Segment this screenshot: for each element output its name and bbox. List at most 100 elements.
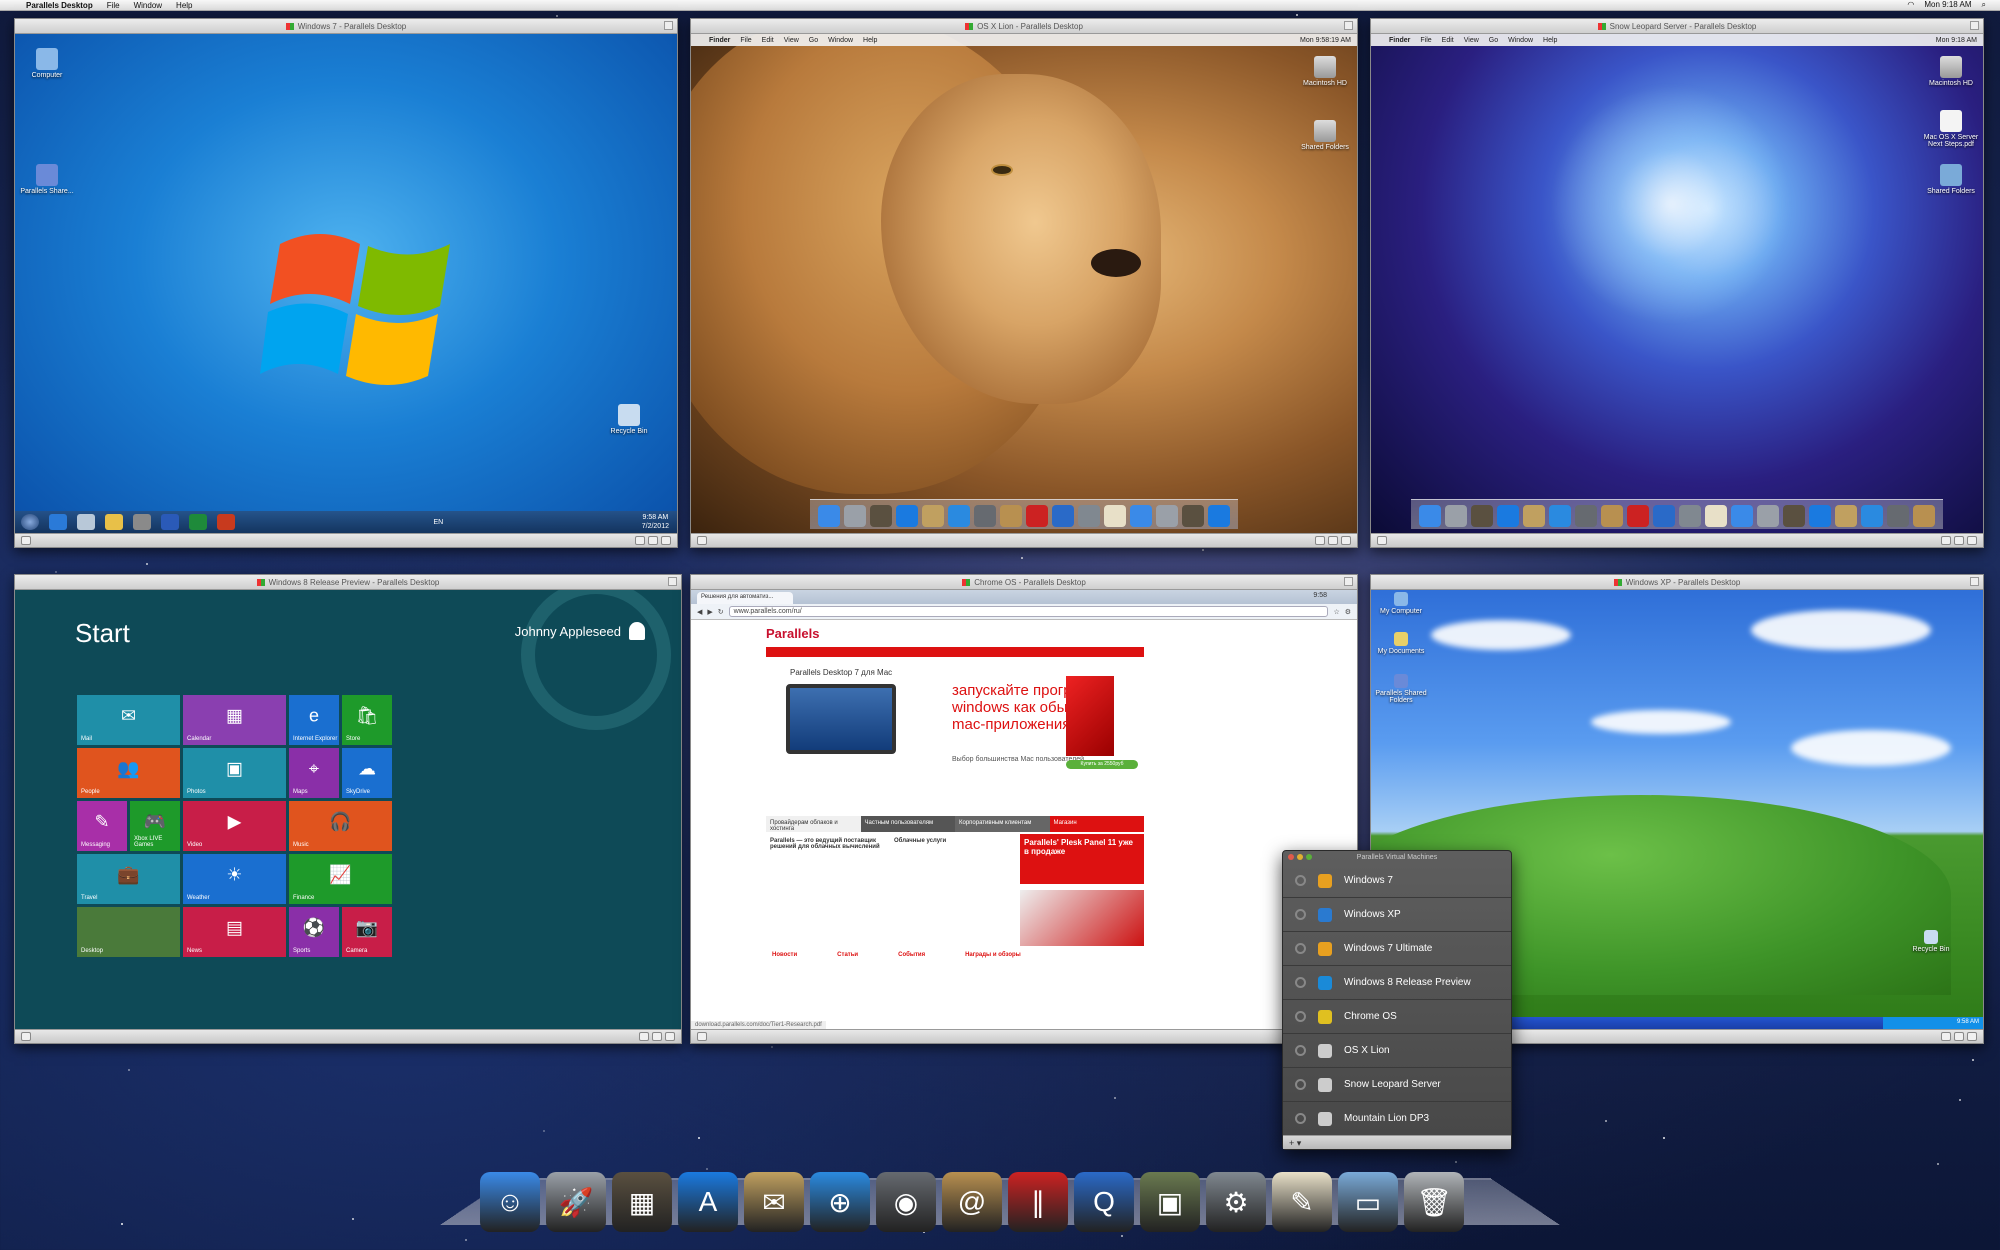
guest-dock-icon[interactable] (1078, 505, 1100, 527)
menu-window[interactable]: Window (828, 37, 853, 44)
vm-list-item[interactable]: OS X Lion (1283, 1034, 1511, 1068)
guest-dock-icon[interactable] (1549, 505, 1571, 527)
buy-button[interactable]: Купить за 2550руб (1066, 760, 1138, 769)
vm-screen[interactable]: Finder File Edit View Go Window Help Mon… (1371, 34, 1983, 533)
desktop-icon-computer[interactable]: Computer (17, 48, 77, 79)
tile-sports[interactable]: ⚽ Sports (289, 907, 339, 957)
guest-dock-icon[interactable] (1575, 505, 1597, 527)
window-titlebar[interactable]: Windows 7 - Parallels Desktop (15, 19, 677, 34)
vm-list-item[interactable]: Windows XP (1283, 898, 1511, 932)
gear-icon[interactable] (697, 536, 707, 545)
device-icon[interactable] (1967, 1032, 1977, 1041)
media-icon[interactable] (133, 514, 151, 530)
desktop-icon-recycle-bin[interactable]: Recycle Bin (599, 404, 659, 435)
guest-dock-icon[interactable] (1653, 505, 1675, 527)
powerpoint-icon[interactable] (217, 514, 235, 530)
tab-personal[interactable]: Частным пользователям (861, 816, 956, 832)
device-icon[interactable] (1954, 1032, 1964, 1041)
language-indicator[interactable]: EN (434, 519, 444, 526)
vm-window-lion[interactable]: OS X Lion - Parallels Desktop Finder Fil… (690, 18, 1358, 548)
vm-window-windows7[interactable]: Windows 7 - Parallels Desktop Computer P… (14, 18, 678, 548)
tile-skydrive[interactable]: ☁ SkyDrive (342, 748, 392, 798)
tile-finance[interactable]: 📈 Finance (289, 854, 392, 904)
guest-dock-icon[interactable] (1445, 505, 1467, 527)
gear-icon[interactable] (697, 1032, 707, 1041)
tab-corporate[interactable]: Корпоративным клиентам (955, 816, 1050, 832)
tile-weather[interactable]: ☀ Weather (183, 854, 286, 904)
tile-people[interactable]: 👥 People (77, 748, 180, 798)
guest-dock-icon[interactable] (818, 505, 840, 527)
tile-camera[interactable]: 📷 Camera (342, 907, 392, 957)
star-icon[interactable]: ☆ (1333, 608, 1339, 616)
tile-maps[interactable]: ⌖ Maps (289, 748, 339, 798)
guest-dock-icon[interactable] (1913, 505, 1935, 527)
vm-screen[interactable]: Finder File Edit View Go Window Help Mon… (691, 34, 1357, 533)
vm-list-item[interactable]: Windows 7 (1283, 864, 1511, 898)
guest-dock-icon[interactable] (1182, 505, 1204, 527)
desktop-icon-shared-folders[interactable]: Shared Folders (1295, 120, 1355, 151)
fullscreen-button[interactable] (1344, 577, 1353, 586)
minimize-button[interactable] (1297, 854, 1303, 860)
back-icon[interactable]: ◀ (697, 608, 702, 616)
menu-view[interactable]: View (784, 37, 799, 44)
desktop-icon-shared-folders[interactable]: Parallels Shared Folders (1371, 674, 1431, 704)
vm-screen[interactable]: Computer Parallels Share... Recycle Bin … (15, 34, 677, 533)
mail-icon[interactable]: ✉ (744, 1172, 804, 1232)
tile-video[interactable]: ▶ Video (183, 801, 286, 851)
tile-messaging[interactable]: ✎ Messaging (77, 801, 127, 851)
taskbar-clock[interactable]: 9:58 AM 7/2/2012 (642, 513, 669, 531)
facetime-icon[interactable]: ◉ (876, 1172, 936, 1232)
fullscreen-button[interactable] (1344, 21, 1353, 30)
guest-dock-icon[interactable] (1419, 505, 1441, 527)
tab-hosting[interactable]: Провайдерам облаков и хостинга (766, 816, 861, 832)
menu-go[interactable]: Go (809, 37, 818, 44)
menu-file[interactable]: File (107, 1, 120, 10)
browser-tab[interactable]: Решения для автоматиз... (697, 592, 793, 604)
tile-music[interactable]: 🎧 Music (289, 801, 392, 851)
vm-list-item[interactable]: Mountain Lion DP3 (1283, 1102, 1511, 1136)
finder-icon[interactable]: ☺ (480, 1172, 540, 1232)
power-icon[interactable] (1295, 977, 1306, 988)
device-icon[interactable] (1341, 536, 1351, 545)
power-icon[interactable] (1295, 1113, 1306, 1124)
menubar-app-name[interactable]: Parallels Desktop (26, 1, 93, 10)
desktop-icon-parallels-share[interactable]: Parallels Share... (17, 164, 77, 195)
device-icon[interactable] (1941, 1032, 1951, 1041)
menu-finder[interactable]: Finder (709, 37, 730, 44)
tile-internet-explorer[interactable]: e Internet Explorer (289, 695, 339, 745)
system-preferences-icon[interactable]: ⚙ (1206, 1172, 1266, 1232)
window-titlebar[interactable]: OS X Lion - Parallels Desktop (691, 19, 1357, 34)
menu-help[interactable]: Help (863, 37, 877, 44)
libraries-icon[interactable] (77, 514, 95, 530)
menu-go[interactable]: Go (1489, 37, 1498, 44)
system-tray-clock[interactable]: 9:58 AM (1883, 1017, 1983, 1029)
promo-banner[interactable]: Parallels' Plesk Panel 11 уже в продаже (1020, 834, 1144, 884)
tile-travel[interactable]: 💼 Travel (77, 854, 180, 904)
vm-list-item[interactable]: Windows 8 Release Preview (1283, 966, 1511, 1000)
device-icon[interactable] (648, 536, 658, 545)
guest-dock-icon[interactable] (1052, 505, 1074, 527)
menu-window[interactable]: Window (134, 1, 162, 10)
guest-clock[interactable]: Mon 9:58:19 AM (1300, 37, 1351, 44)
guest-dock-icon[interactable] (1705, 505, 1727, 527)
menu-file[interactable]: File (1420, 37, 1431, 44)
virtual-machines-panel[interactable]: Parallels Virtual Machines Windows 7 Wind… (1282, 850, 1512, 1150)
window-titlebar[interactable]: Windows 8 Release Preview - Parallels De… (15, 575, 681, 590)
guest-dock-icon[interactable] (1156, 505, 1178, 527)
power-icon[interactable] (1295, 1079, 1306, 1090)
tile-desktop[interactable]: Desktop (77, 907, 180, 957)
textedit-icon[interactable]: ✎ (1272, 1172, 1332, 1232)
guest-dock-icon[interactable] (1783, 505, 1805, 527)
zoom-button[interactable] (1306, 854, 1312, 860)
parallels-icon[interactable]: ∥ (1008, 1172, 1068, 1232)
menu-file[interactable]: File (740, 37, 751, 44)
close-button[interactable] (1288, 854, 1294, 860)
guest-dock-icon[interactable] (1861, 505, 1883, 527)
guest-dock-icon[interactable] (1130, 505, 1152, 527)
power-icon[interactable] (1295, 1045, 1306, 1056)
guest-dock-icon[interactable] (1523, 505, 1545, 527)
device-icon[interactable] (1941, 536, 1951, 545)
panel-title[interactable]: Parallels Virtual Machines (1283, 851, 1511, 864)
gear-icon[interactable] (1377, 536, 1387, 545)
user-account[interactable]: Johnny Appleseed (515, 622, 645, 640)
